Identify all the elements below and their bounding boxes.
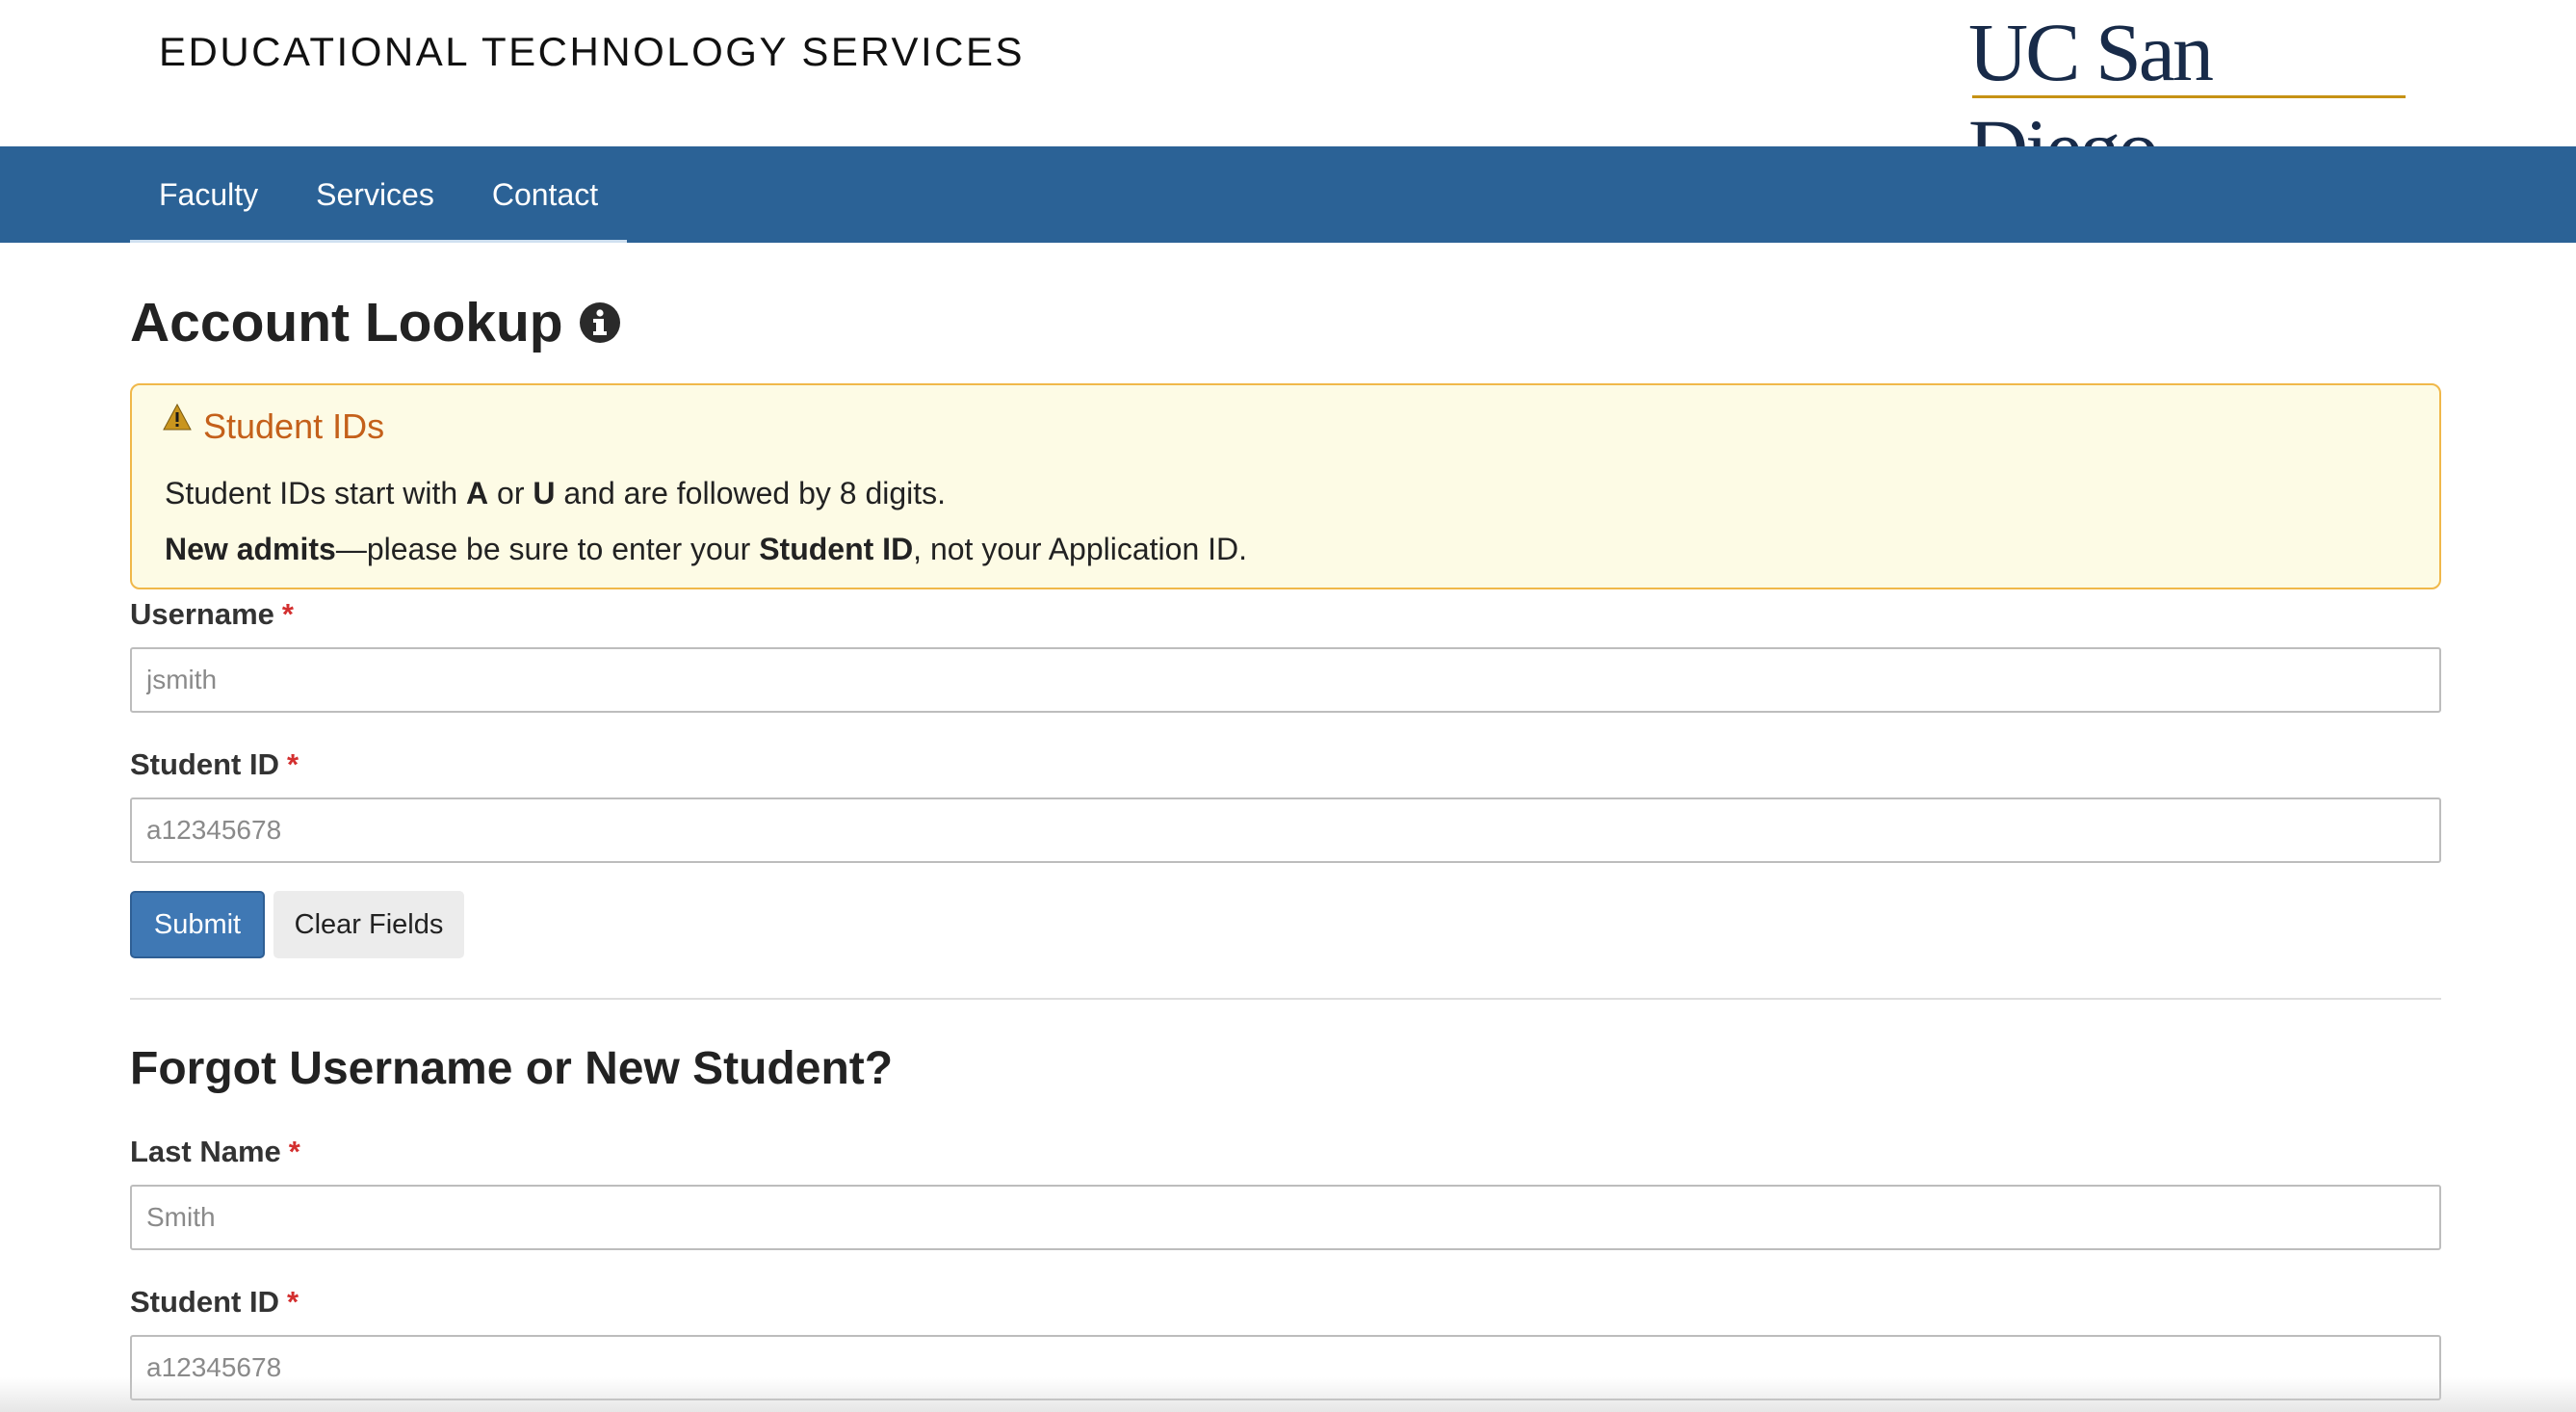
alert-bold-student-id: Student ID [759,532,914,566]
main-navbar: Faculty Services Contact [0,146,2576,243]
alert-bold-new-admits: New admits [165,532,336,566]
required-marker: * [287,1285,299,1319]
alert-bold-a: A [466,476,489,510]
alert-text-new-admits: New admits—please be sure to enter your … [165,532,1247,567]
alert-title: Student IDs [203,406,385,446]
site-header: EDUCATIONAL TECHNOLOGY SERVICES UC San D… [0,0,2576,195]
nav-list: Faculty Services Contact [130,146,628,243]
alert-text: and are followed by 8 digits. [555,476,947,510]
page-title: Account Lookup [130,292,563,353]
student-id-input[interactable] [130,798,2441,863]
student-ids-alert: Student IDs Student IDs start with A or … [130,383,2441,589]
username-input[interactable] [130,647,2441,713]
alert-text: , not your Application ID. [913,532,1248,566]
required-marker: * [281,597,294,631]
alert-text: Student IDs start with [165,476,467,510]
alert-title-row: Student IDs [163,404,385,447]
clear-fields-button[interactable]: Clear Fields [273,891,464,958]
username-label-text: Username [130,597,274,631]
warning-icon [163,404,192,431]
last-name-input[interactable] [130,1185,2441,1250]
username-label: Username * [130,597,294,632]
student-id-label: Student ID * [130,747,299,782]
alert-bold-u: U [533,476,556,510]
ucsd-logo[interactable]: UC San Diego [1968,4,2411,195]
bottom-fade-overlay [0,1377,2576,1412]
required-marker: * [287,747,299,781]
student-id-label-text: Student ID [130,747,279,781]
alert-text: —please be sure to enter your [335,532,760,566]
logo-underline [1972,95,2406,98]
alert-text: or [488,476,533,510]
page-title-row: Account Lookup [130,291,621,354]
forgot-student-id-label-text: Student ID [130,1285,279,1319]
site-title: EDUCATIONAL TECHNOLOGY SERVICES [159,29,1026,74]
required-marker: * [288,1135,300,1168]
forgot-student-id-label: Student ID * [130,1285,299,1320]
info-icon[interactable] [579,301,621,344]
nav-item-services[interactable]: Services [287,146,463,240]
section-divider [130,998,2441,1000]
submit-button[interactable]: Submit [130,891,265,958]
last-name-label: Last Name * [130,1135,300,1169]
last-name-label-text: Last Name [130,1135,281,1168]
nav-item-faculty[interactable]: Faculty [130,146,287,240]
nav-item-contact[interactable]: Contact [463,146,627,240]
alert-text-id-format: Student IDs start with A or U and are fo… [165,476,946,511]
forgot-section-title: Forgot Username or New Student? [130,1043,894,1094]
